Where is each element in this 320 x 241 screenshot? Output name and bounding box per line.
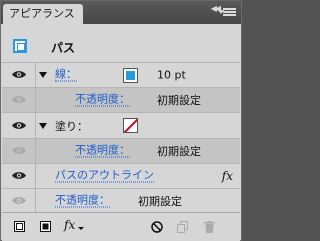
- clear-appearance-icon[interactable]: [151, 221, 163, 236]
- fill-opacity-row[interactable]: 不透明度： 初期設定: [2, 138, 240, 163]
- stroke-opacity-label-link[interactable]: 不透明度：: [75, 93, 130, 107]
- disclosure-triangle-icon[interactable]: [39, 122, 47, 129]
- tab-appearance[interactable]: アピアランス: [3, 4, 83, 24]
- panel-tab-strip: アピアランス ◀◀: [1, 1, 241, 24]
- fill-opacity-value: 初期設定: [157, 145, 201, 158]
- stroke-row[interactable]: 線： 10 pt: [2, 62, 240, 87]
- stroke-weight-value[interactable]: 10 pt: [157, 69, 186, 82]
- eye-icon[interactable]: [12, 95, 26, 104]
- eye-icon[interactable]: [12, 196, 26, 205]
- stroke-opacity-row[interactable]: 不透明度： 初期設定: [2, 87, 240, 112]
- opacity-row[interactable]: 不透明度： 初期設定: [2, 188, 240, 212]
- stroke-swatch[interactable]: [123, 68, 138, 83]
- fill-none-swatch[interactable]: [123, 118, 138, 133]
- add-new-stroke-icon[interactable]: [14, 221, 25, 235]
- panel-menu-icon[interactable]: [218, 8, 236, 18]
- column-divider: [35, 113, 36, 138]
- effect-menu-chevron-icon[interactable]: [78, 227, 84, 230]
- eye-icon[interactable]: [12, 70, 26, 79]
- effect-row[interactable]: パスのアウトライン fx: [2, 163, 240, 188]
- stroke-label-link[interactable]: 線：: [55, 68, 77, 82]
- disclosure-triangle-icon[interactable]: [39, 72, 47, 78]
- column-divider: [35, 139, 36, 163]
- column-divider: [35, 63, 36, 87]
- fill-opacity-label-link[interactable]: 不透明度：: [75, 144, 130, 158]
- panel-footer-toolbar: fx: [2, 212, 240, 241]
- appearance-panel: アピアランス ◀◀ パス 線： 10 pt 不透明度： 初期設定 塗り： 不透明…: [0, 0, 242, 241]
- object-title: パス: [51, 41, 76, 55]
- delete-item-icon[interactable]: [204, 221, 215, 236]
- stroke-opacity-value: 初期設定: [157, 94, 201, 107]
- eye-icon[interactable]: [12, 121, 26, 130]
- opacity-label-link[interactable]: 不透明度：: [55, 194, 110, 207]
- path-thumbnail-icon: [13, 39, 27, 53]
- outline-stroke-effect-link[interactable]: パスのアウトライン: [55, 169, 154, 183]
- fx-icon: fx: [221, 169, 233, 183]
- add-new-effect-icon[interactable]: fx: [64, 218, 75, 232]
- fill-label[interactable]: 塗り：: [55, 118, 88, 134]
- eye-icon[interactable]: [12, 146, 26, 155]
- appearance-header: パス: [2, 35, 240, 59]
- column-divider: [35, 189, 36, 212]
- duplicate-item-icon[interactable]: [177, 221, 188, 236]
- add-new-fill-icon[interactable]: [40, 221, 51, 235]
- eye-icon[interactable]: [12, 171, 26, 180]
- fill-row[interactable]: 塗り：: [2, 112, 240, 138]
- column-divider: [35, 88, 36, 112]
- opacity-value: 初期設定: [138, 194, 182, 208]
- column-divider: [35, 164, 36, 188]
